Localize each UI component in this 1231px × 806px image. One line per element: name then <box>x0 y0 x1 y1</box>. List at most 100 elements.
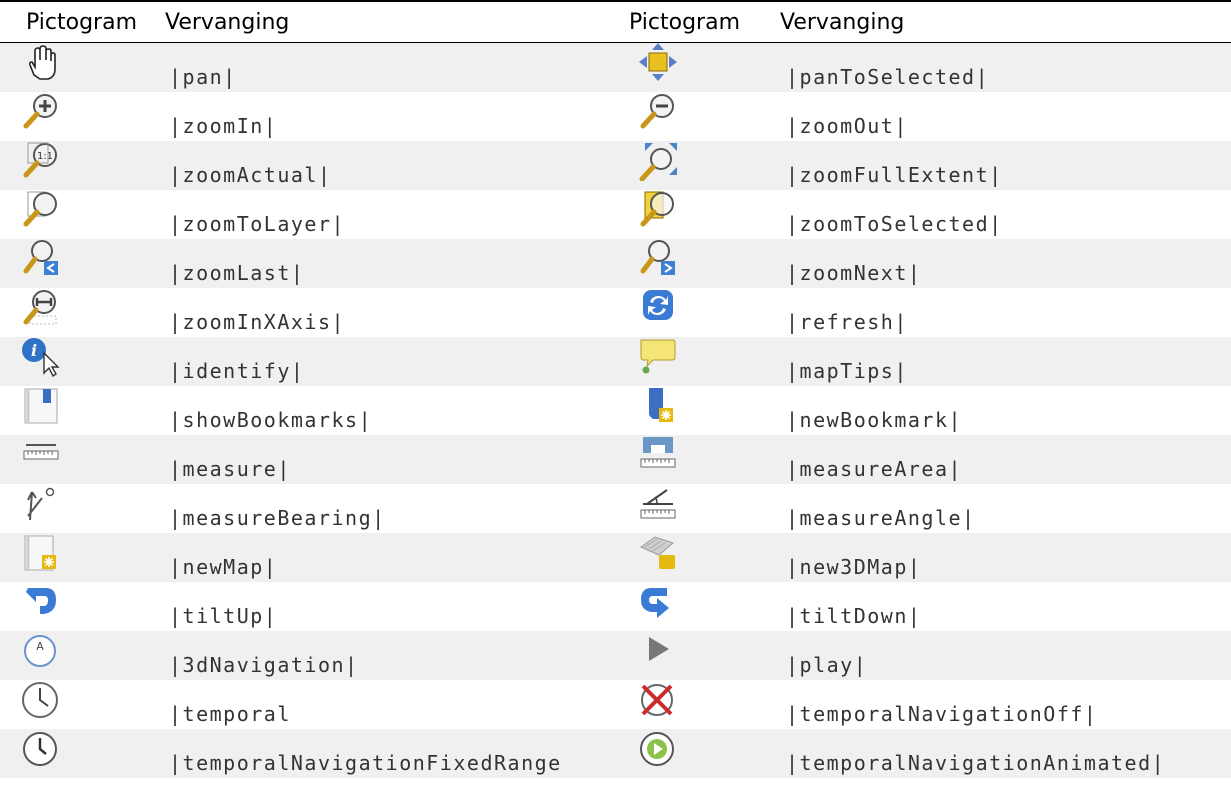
table-row: |zoomLast| |zoomNext| <box>0 238 1231 288</box>
temporal-icon <box>20 680 62 720</box>
icon-cell: i <box>0 336 155 386</box>
header-replacement-left: Vervanging <box>165 9 290 35</box>
show-bookmarks-icon <box>20 386 62 426</box>
replacement-right: |mapTips| <box>770 336 1231 386</box>
identify-icon: i <box>20 337 62 377</box>
zoom-last-icon <box>20 239 62 279</box>
table-row: |pan| |panToSelected| <box>0 42 1231 92</box>
icon-cell <box>615 630 770 680</box>
replacement-left: |tiltUp| <box>155 581 615 631</box>
substitution-table: Pictogram Vervanging Pictogram Vervangin… <box>0 0 1231 778</box>
icon-cell <box>0 581 155 631</box>
table-body: |pan| |panToSelected| |zoomIn| |zoomOut| 1:1… <box>0 42 1231 778</box>
icon-cell <box>615 532 770 582</box>
zoom-to-selected-icon <box>637 190 679 230</box>
zoom-out-icon <box>637 92 679 132</box>
zoom-in-icon <box>20 92 62 132</box>
table-row: i |identify| |mapTips| <box>0 336 1231 386</box>
replacement-right: |temporalNavigationOff| <box>770 679 1231 729</box>
icon-cell <box>0 42 155 92</box>
table-row: A |3dNavigation| |play| <box>0 630 1231 680</box>
replacement-right: |measureArea| <box>770 434 1231 484</box>
icon-cell <box>615 189 770 239</box>
icon-cell <box>0 434 155 484</box>
replacement-left: |zoomLast| <box>155 238 615 288</box>
zoom-full-extent-icon <box>637 141 679 181</box>
table-row: |temporal |temporalNavigationOff| <box>0 679 1231 729</box>
replacement-right: |refresh| <box>770 287 1231 337</box>
icon-cell: A <box>0 630 155 680</box>
icon-cell <box>615 581 770 631</box>
svg-text:i: i <box>31 341 37 360</box>
zoom-to-layer-icon <box>20 190 62 230</box>
pan-to-selected-icon <box>637 43 679 83</box>
icon-cell <box>0 238 155 288</box>
icon-cell <box>0 91 155 141</box>
icon-cell <box>615 140 770 190</box>
table-row: |zoomInXAxis| |refresh| <box>0 287 1231 337</box>
icon-cell: 1:1 <box>0 140 155 190</box>
icon-cell <box>615 728 770 778</box>
replacement-left: |temporalNavigationFixedRange <box>155 728 615 778</box>
refresh-icon <box>637 288 679 328</box>
replacement-right: |zoomNext| <box>770 238 1231 288</box>
icon-cell <box>0 728 155 778</box>
replacement-right: |play| <box>770 630 1231 680</box>
new-bookmark-icon <box>637 386 679 426</box>
table-row: |measureBearing| |measureAngle| <box>0 483 1231 533</box>
icon-cell <box>0 679 155 729</box>
icon-cell <box>615 91 770 141</box>
pan-hand-icon <box>20 43 62 83</box>
table-row: |showBookmarks| |newBookmark| <box>0 385 1231 435</box>
table-row: |temporalNavigationFixedRange |temporalNa… <box>0 728 1231 778</box>
map-tips-icon <box>637 337 679 377</box>
replacement-right: |newBookmark| <box>770 385 1231 435</box>
replacement-left: |3dNavigation| <box>155 630 615 680</box>
replacement-left: |zoomInXAxis| <box>155 287 615 337</box>
table-row: |newMap| |new3DMap| <box>0 532 1231 582</box>
zoom-next-icon <box>637 239 679 279</box>
header-row: Pictogram Vervanging Pictogram Vervangin… <box>0 1 1231 43</box>
replacement-left: |zoomToLayer| <box>155 189 615 239</box>
new-3d-map-icon <box>637 533 679 573</box>
icon-cell <box>615 385 770 435</box>
replacement-left: |identify| <box>155 336 615 386</box>
icon-cell <box>615 336 770 386</box>
replacement-right: |zoomOut| <box>770 91 1231 141</box>
tilt-down-icon <box>637 582 679 622</box>
icon-cell <box>615 238 770 288</box>
tilt-up-icon <box>20 582 62 622</box>
3d-navigation-icon: A <box>20 631 62 671</box>
measure-area-icon <box>637 435 679 475</box>
icon-cell <box>0 189 155 239</box>
replacement-right: |panToSelected| <box>770 42 1231 92</box>
temporal-animated-icon <box>637 729 679 769</box>
measure-bearing-icon <box>20 484 62 524</box>
table-row: |zoomToLayer| |zoomToSelected| <box>0 189 1231 239</box>
replacement-left: |measure| <box>155 434 615 484</box>
header-icon-left: Pictogram <box>26 9 137 35</box>
play-icon <box>637 631 679 671</box>
icon-cell <box>0 532 155 582</box>
table-row: |tiltUp| |tiltDown| <box>0 581 1231 631</box>
replacement-left: |zoomActual| <box>155 140 615 190</box>
replacement-left: |zoomIn| <box>155 91 615 141</box>
replacement-right: |zoomFullExtent| <box>770 140 1231 190</box>
measure-angle-icon <box>637 484 679 524</box>
table-row: 1:1 |zoomActual| |zoomFullExtent| <box>0 140 1231 190</box>
icon-cell <box>0 287 155 337</box>
replacement-right: |temporalNavigationAnimated| <box>770 728 1231 778</box>
replacement-left: |measureBearing| <box>155 483 615 533</box>
measure-icon <box>20 435 62 475</box>
table-row: |measure| |measureArea| <box>0 434 1231 484</box>
temporal-navigation-off-icon <box>637 680 679 720</box>
replacement-right: |measureAngle| <box>770 483 1231 533</box>
zoom-in-x-axis-icon <box>20 288 62 328</box>
table-row: |zoomIn| |zoomOut| <box>0 91 1231 141</box>
icon-cell <box>615 483 770 533</box>
icon-cell <box>615 434 770 484</box>
replacement-left: |pan| <box>155 42 615 92</box>
icon-cell <box>0 385 155 435</box>
replacement-right: |tiltDown| <box>770 581 1231 631</box>
icon-cell <box>0 483 155 533</box>
